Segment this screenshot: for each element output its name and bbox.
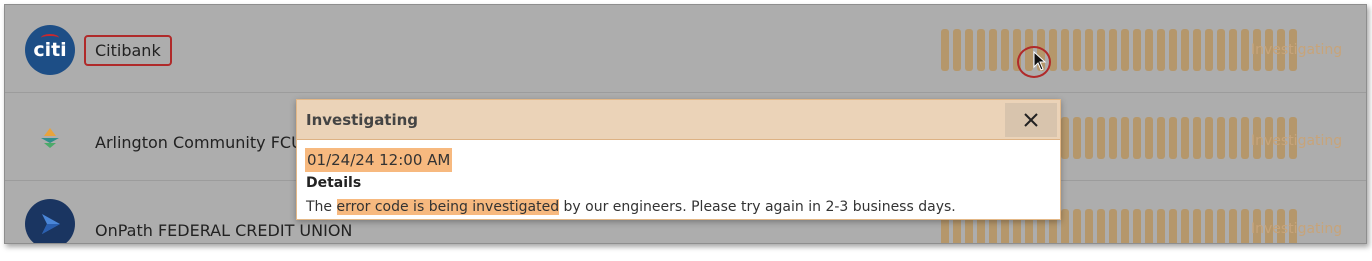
status-bar[interactable] [1169, 209, 1177, 243]
status-bar[interactable] [1097, 209, 1105, 243]
bank-name-citibank[interactable]: Citibank [84, 35, 172, 66]
status-bar[interactable] [1073, 29, 1081, 71]
status-bar[interactable] [1085, 117, 1093, 159]
status-bar[interactable] [1205, 29, 1213, 71]
status-bar[interactable] [977, 29, 985, 71]
status-label: Investigating [1251, 133, 1343, 149]
incident-message: The error code is being investigated by … [306, 199, 956, 215]
status-bar[interactable] [953, 29, 961, 71]
status-bar[interactable] [1217, 209, 1225, 243]
status-bar[interactable] [989, 29, 997, 71]
status-bar[interactable] [1181, 29, 1189, 71]
status-bar[interactable] [1145, 209, 1153, 243]
popup-header: Investigating [297, 100, 1060, 140]
status-bar[interactable] [1061, 117, 1069, 159]
details-label: Details [306, 175, 362, 191]
status-bar[interactable] [1169, 117, 1177, 159]
status-bar[interactable] [965, 29, 973, 71]
status-bar[interactable] [1181, 117, 1189, 159]
citibank-logo: citi [25, 25, 75, 75]
status-bar[interactable] [1193, 117, 1201, 159]
status-bar[interactable] [1097, 29, 1105, 71]
status-label: Investigating [1251, 42, 1343, 58]
status-bar[interactable] [1001, 29, 1009, 71]
status-bar[interactable] [941, 29, 949, 71]
status-bar[interactable] [1241, 29, 1249, 71]
status-bar[interactable] [1157, 29, 1165, 71]
status-bar[interactable] [1109, 29, 1117, 71]
mouse-cursor-icon [1033, 50, 1047, 75]
status-bar[interactable] [1193, 209, 1201, 243]
popup-title: Investigating [306, 111, 419, 129]
status-bar[interactable] [1181, 209, 1189, 243]
status-bar[interactable] [1097, 117, 1105, 159]
status-bar[interactable] [1085, 29, 1093, 71]
status-bar[interactable] [1205, 209, 1213, 243]
status-bar[interactable] [1241, 209, 1249, 243]
status-bar[interactable] [1217, 117, 1225, 159]
status-bar[interactable] [1229, 209, 1237, 243]
status-bar[interactable] [1193, 29, 1201, 71]
status-bar[interactable] [1205, 117, 1213, 159]
status-history-bars [941, 29, 1297, 71]
status-bar[interactable] [1133, 117, 1141, 159]
bank-row-citibank[interactable]: citi Citibank Investigating [5, 5, 1366, 93]
citibank-logo-text: citi [33, 39, 67, 61]
status-bar[interactable] [1085, 209, 1093, 243]
status-bar[interactable] [1157, 117, 1165, 159]
close-icon [1024, 113, 1038, 127]
onpath-logo [25, 199, 75, 243]
status-bar[interactable] [1133, 29, 1141, 71]
status-bar[interactable] [1121, 29, 1129, 71]
status-label: Investigating [1251, 221, 1343, 237]
status-bar[interactable] [1217, 29, 1225, 71]
status-bar[interactable] [1121, 209, 1129, 243]
bank-name-onpath[interactable]: OnPath FEDERAL CREDIT UNION [95, 221, 352, 240]
status-bar[interactable] [1169, 29, 1177, 71]
message-suffix: by our engineers. Please try again in 2-… [559, 199, 956, 215]
message-prefix: The [306, 199, 337, 215]
message-highlight: error code is being investigated [336, 199, 560, 215]
status-bar[interactable] [1229, 29, 1237, 71]
status-bar[interactable] [1109, 209, 1117, 243]
status-bar[interactable] [1157, 209, 1165, 243]
status-bar[interactable] [1229, 117, 1237, 159]
bank-name-arlington[interactable]: Arlington Community FCU [95, 133, 303, 152]
status-bar[interactable] [1121, 117, 1129, 159]
status-bar[interactable] [1061, 209, 1069, 243]
status-bar[interactable] [1145, 117, 1153, 159]
status-bar[interactable] [1109, 117, 1117, 159]
status-bar[interactable] [1073, 117, 1081, 159]
status-tooltip-popup: Investigating 01/24/24 12:00 AM Details … [296, 99, 1061, 220]
status-bar[interactable] [1241, 117, 1249, 159]
status-bar[interactable] [1133, 209, 1141, 243]
arlington-logo [25, 113, 75, 163]
status-bar[interactable] [1061, 29, 1069, 71]
close-button[interactable] [1005, 103, 1057, 137]
status-bar[interactable] [1073, 209, 1081, 243]
status-bar[interactable] [1145, 29, 1153, 71]
incident-date: 01/24/24 12:00 AM [305, 148, 453, 172]
